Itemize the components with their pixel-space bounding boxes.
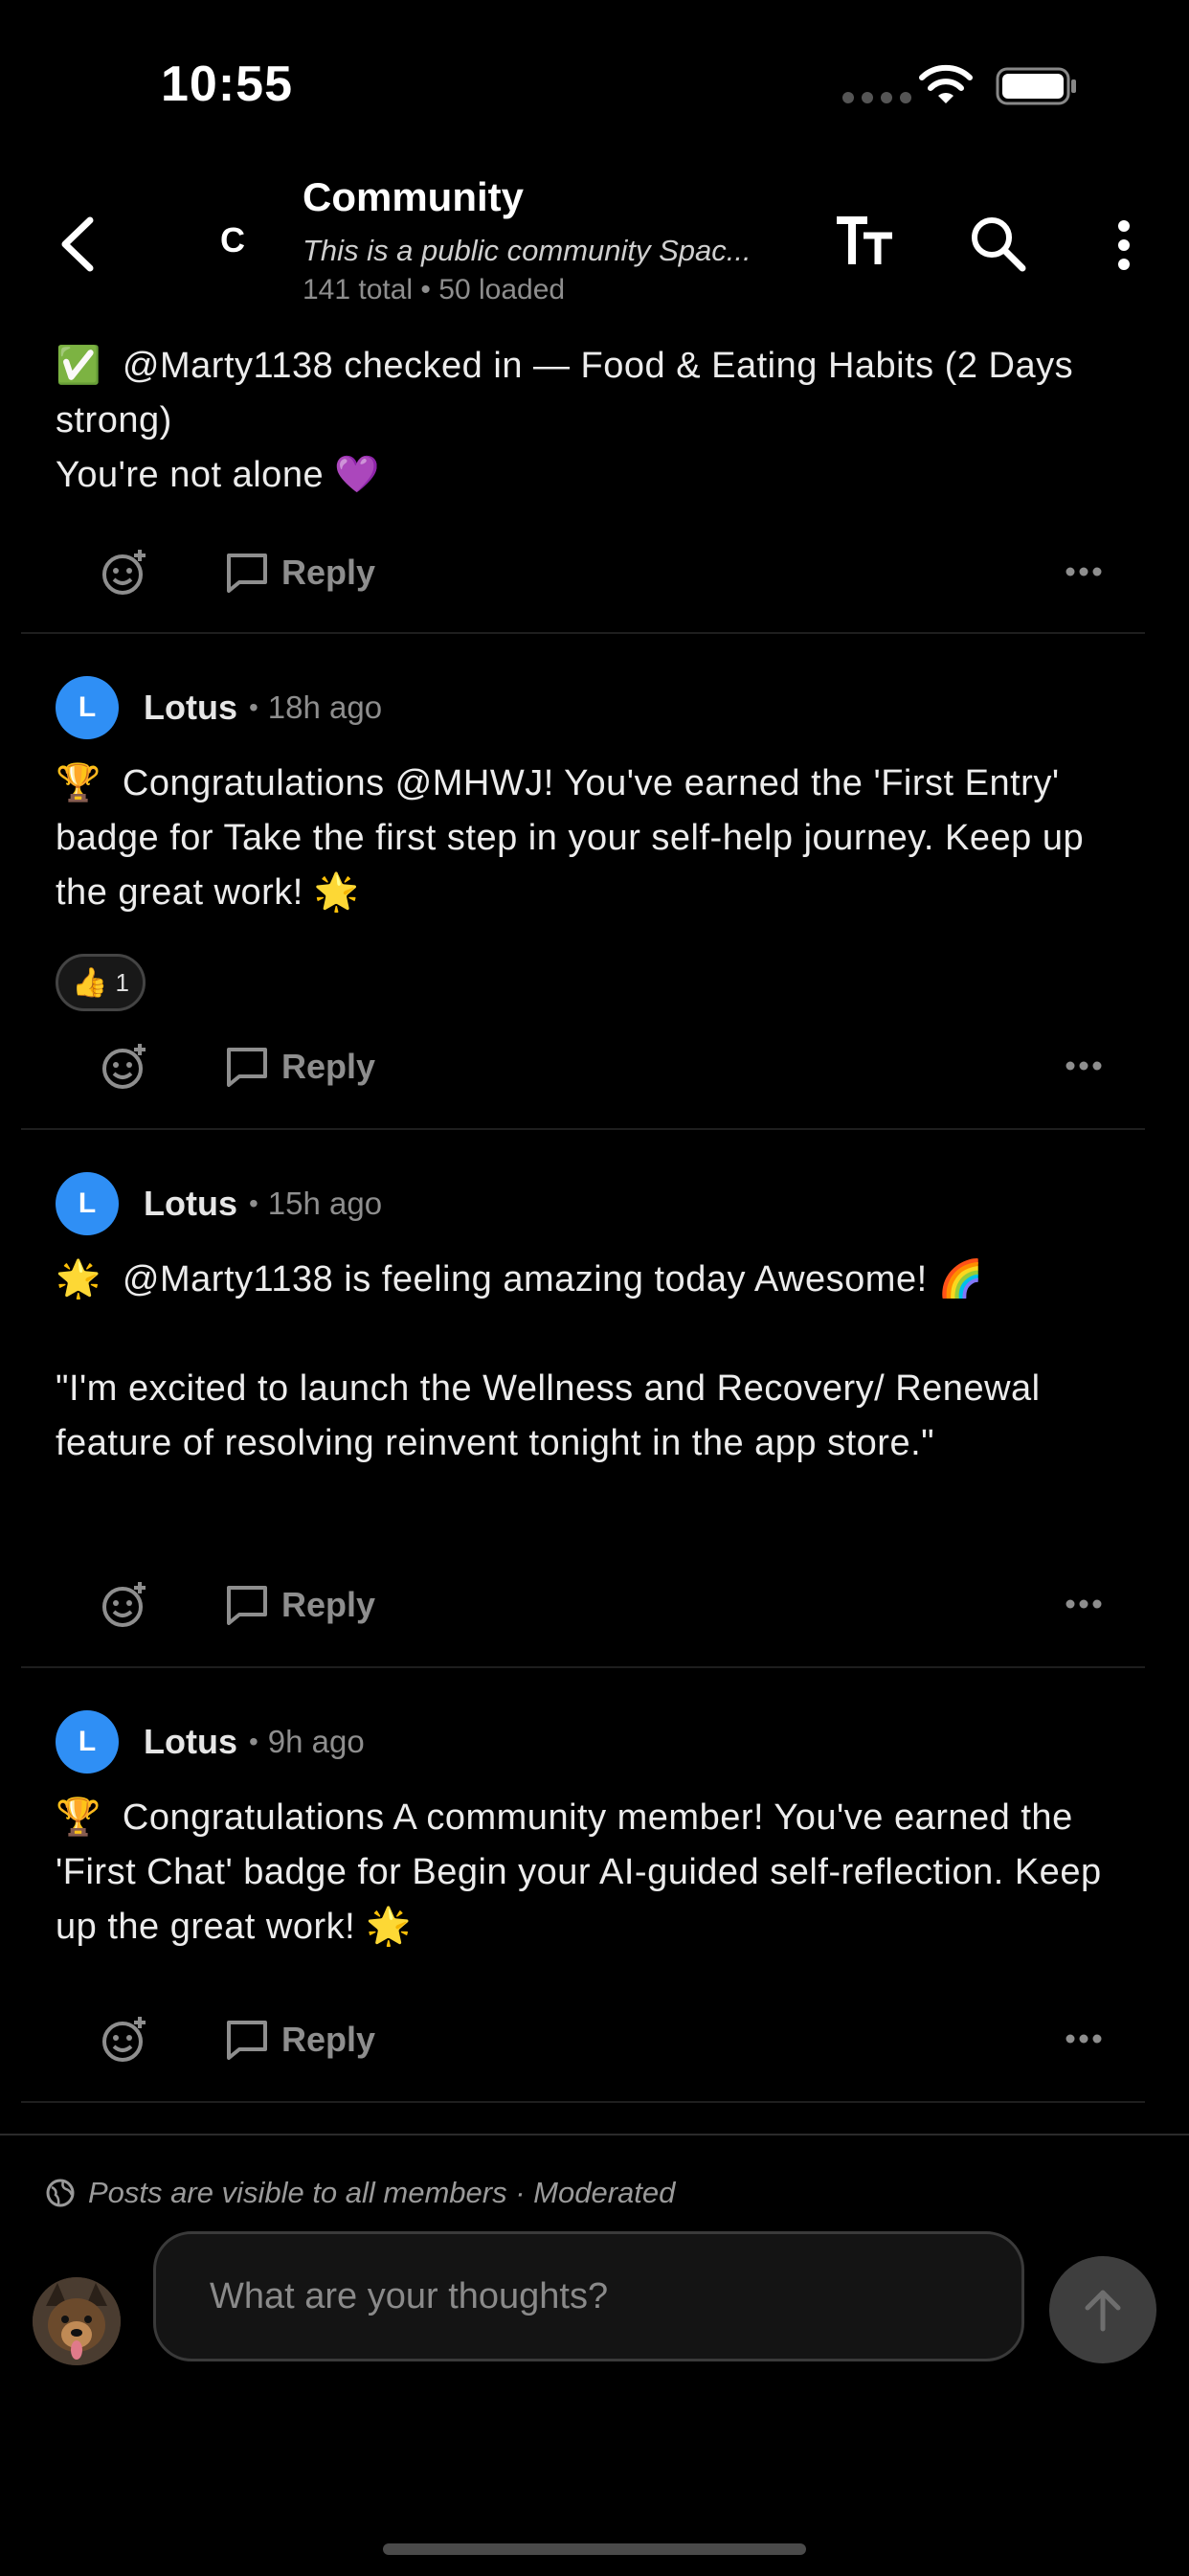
meta-separator: • bbox=[248, 1188, 258, 1218]
reply-icon bbox=[227, 554, 267, 593]
author-avatar[interactable]: L bbox=[56, 676, 119, 739]
composer: Posts are visible to all members · Moder… bbox=[0, 2134, 1189, 2576]
post-text: ✅ @Marty1138 checked in — Food & Eating … bbox=[56, 346, 1074, 495]
reply-label: Reply bbox=[281, 1585, 376, 1624]
visibility-note: Posts are visible to all members · Moder… bbox=[46, 2176, 675, 2210]
compose-input[interactable] bbox=[153, 2231, 1024, 2361]
post-more-icon[interactable] bbox=[1065, 1590, 1103, 1618]
add-reaction-icon[interactable] bbox=[100, 1580, 149, 1630]
post-text: 🌟 @Marty1138 is feeling amazing today Aw… bbox=[56, 1259, 1041, 1463]
cellular-signal-icon bbox=[842, 92, 911, 103]
reply-label: Reply bbox=[281, 553, 376, 592]
post-timestamp: 9h ago bbox=[267, 1724, 365, 1759]
space-description: This is a public community Spac... bbox=[303, 234, 752, 267]
reply-icon bbox=[227, 2021, 267, 2060]
more-options-icon[interactable] bbox=[1101, 216, 1147, 274]
battery-icon bbox=[996, 67, 1076, 105]
post-item: L Lotus • 18h ago 🏆 Congratulations @MHW… bbox=[21, 634, 1145, 1130]
search-icon[interactable] bbox=[967, 213, 1028, 274]
author-avatar[interactable]: L bbox=[56, 1172, 119, 1235]
post-more-icon[interactable] bbox=[1065, 1051, 1103, 1080]
post-item: L Lotus • 15h ago 🌟 @Marty1138 is feelin… bbox=[21, 1130, 1145, 1668]
post-more-icon[interactable] bbox=[1065, 557, 1103, 586]
reply-label: Reply bbox=[281, 2020, 376, 2059]
post-text: 🏆 Congratulations @MHWJ! You've earned t… bbox=[56, 763, 1095, 913]
post-header: L Lotus • 18h ago bbox=[56, 676, 382, 739]
post-actions: Reply bbox=[56, 1570, 1118, 1638]
header: C Community This is a public community S… bbox=[0, 172, 1189, 326]
post-item: L Lotus • 9h ago 🏆 Congratulations A com… bbox=[21, 1668, 1145, 2103]
back-button[interactable] bbox=[50, 211, 107, 278]
post-actions: Reply bbox=[56, 538, 1118, 605]
meta-separator: • bbox=[248, 692, 258, 722]
send-button[interactable] bbox=[1049, 2256, 1156, 2363]
globe-icon bbox=[46, 2179, 75, 2207]
author-name[interactable]: Lotus bbox=[144, 688, 237, 728]
meta-separator: • bbox=[248, 1727, 258, 1756]
wifi-icon bbox=[919, 64, 973, 103]
visibility-text: Posts are visible to all members · Moder… bbox=[88, 2176, 676, 2209]
post-actions: Reply bbox=[56, 2005, 1118, 2072]
reply-button[interactable]: Reply bbox=[226, 1576, 375, 1634]
post-header: L Lotus • 15h ago bbox=[56, 1172, 382, 1235]
add-reaction-icon[interactable] bbox=[100, 548, 149, 598]
post-item: ✅ @Marty1138 checked in — Food & Eating … bbox=[21, 326, 1145, 634]
post-header: L Lotus • 9h ago bbox=[56, 1710, 365, 1774]
page-title[interactable]: Community bbox=[303, 174, 524, 220]
add-reaction-icon[interactable] bbox=[100, 2015, 149, 2065]
author-name[interactable]: Lotus bbox=[144, 1184, 237, 1224]
space-avatar[interactable]: C bbox=[209, 216, 257, 264]
reaction-count: 1 bbox=[115, 967, 129, 997]
status-time: 10:55 bbox=[161, 56, 293, 112]
thumbs-up-icon: 👍 bbox=[72, 966, 108, 999]
reply-button[interactable]: Reply bbox=[226, 544, 375, 601]
user-avatar[interactable] bbox=[33, 2277, 121, 2365]
arrow-up-icon bbox=[1085, 2290, 1121, 2332]
reaction-chip[interactable]: 👍 1 bbox=[56, 954, 146, 1011]
post-text: 🏆 Congratulations A community member! Yo… bbox=[56, 1797, 1112, 1947]
post-count: 141 total • 50 loaded bbox=[303, 274, 566, 305]
reply-icon bbox=[227, 1048, 267, 1087]
post-actions: Reply bbox=[56, 1032, 1118, 1099]
status-bar: 10:55 bbox=[0, 0, 1189, 172]
post-timestamp: 15h ago bbox=[267, 1186, 383, 1221]
text-size-icon[interactable] bbox=[835, 213, 894, 270]
home-indicator bbox=[383, 2543, 806, 2555]
reply-button[interactable]: Reply bbox=[226, 2011, 375, 2068]
add-reaction-icon[interactable] bbox=[100, 1042, 149, 1092]
reply-button[interactable]: Reply bbox=[226, 1038, 375, 1096]
post-more-icon[interactable] bbox=[1065, 2024, 1103, 2053]
author-name[interactable]: Lotus bbox=[144, 1722, 237, 1762]
reply-icon bbox=[227, 1586, 267, 1625]
reply-label: Reply bbox=[281, 1047, 376, 1086]
author-avatar[interactable]: L bbox=[56, 1710, 119, 1774]
post-timestamp: 18h ago bbox=[267, 689, 383, 725]
